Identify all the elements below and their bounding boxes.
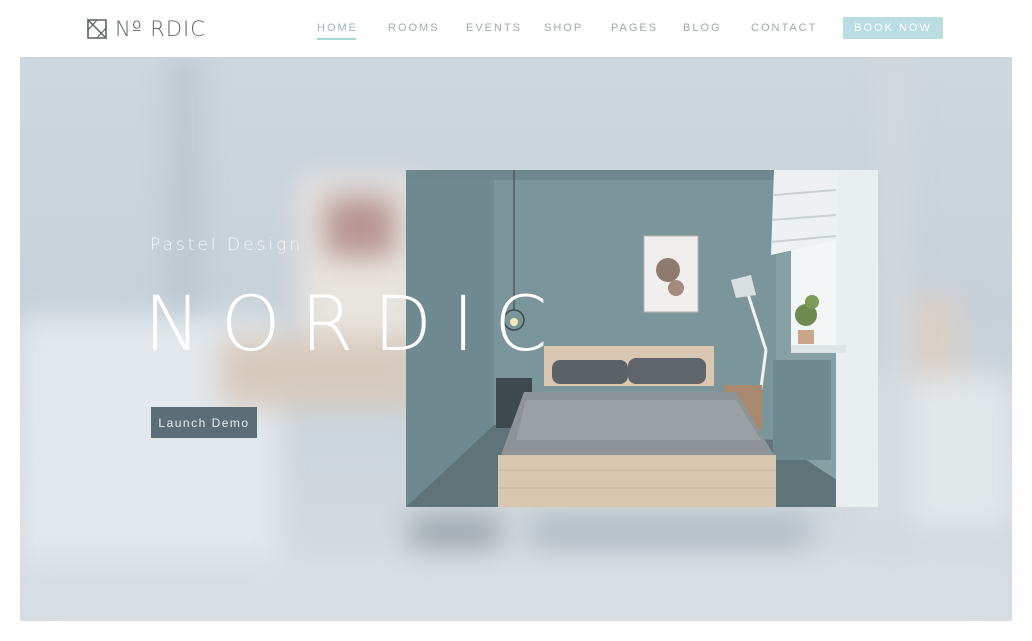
- nav-item-rooms[interactable]: ROOMS: [388, 20, 440, 36]
- nav-item-contact[interactable]: CONTACT: [751, 20, 817, 36]
- site-header: Nº RDIC HOME ROOMS EVENTS SHOP PAGES BLO…: [0, 0, 1032, 57]
- launch-demo-button[interactable]: Launch Demo: [151, 407, 257, 438]
- book-now-button[interactable]: BOOK NOW: [843, 17, 943, 39]
- hero-title: NORDIC: [144, 279, 568, 368]
- nav-item-pages[interactable]: PAGES: [611, 20, 658, 36]
- nav-item-events[interactable]: EVENTS: [466, 20, 522, 36]
- nav-item-shop[interactable]: SHOP: [544, 20, 583, 36]
- hero-slider: Pastel Design NORDIC Launch Demo: [20, 57, 1012, 621]
- nav-item-home[interactable]: HOME: [317, 20, 358, 40]
- nav-item-blog[interactable]: BLOG: [683, 20, 722, 36]
- hero-subtitle: Pastel Design: [150, 235, 304, 255]
